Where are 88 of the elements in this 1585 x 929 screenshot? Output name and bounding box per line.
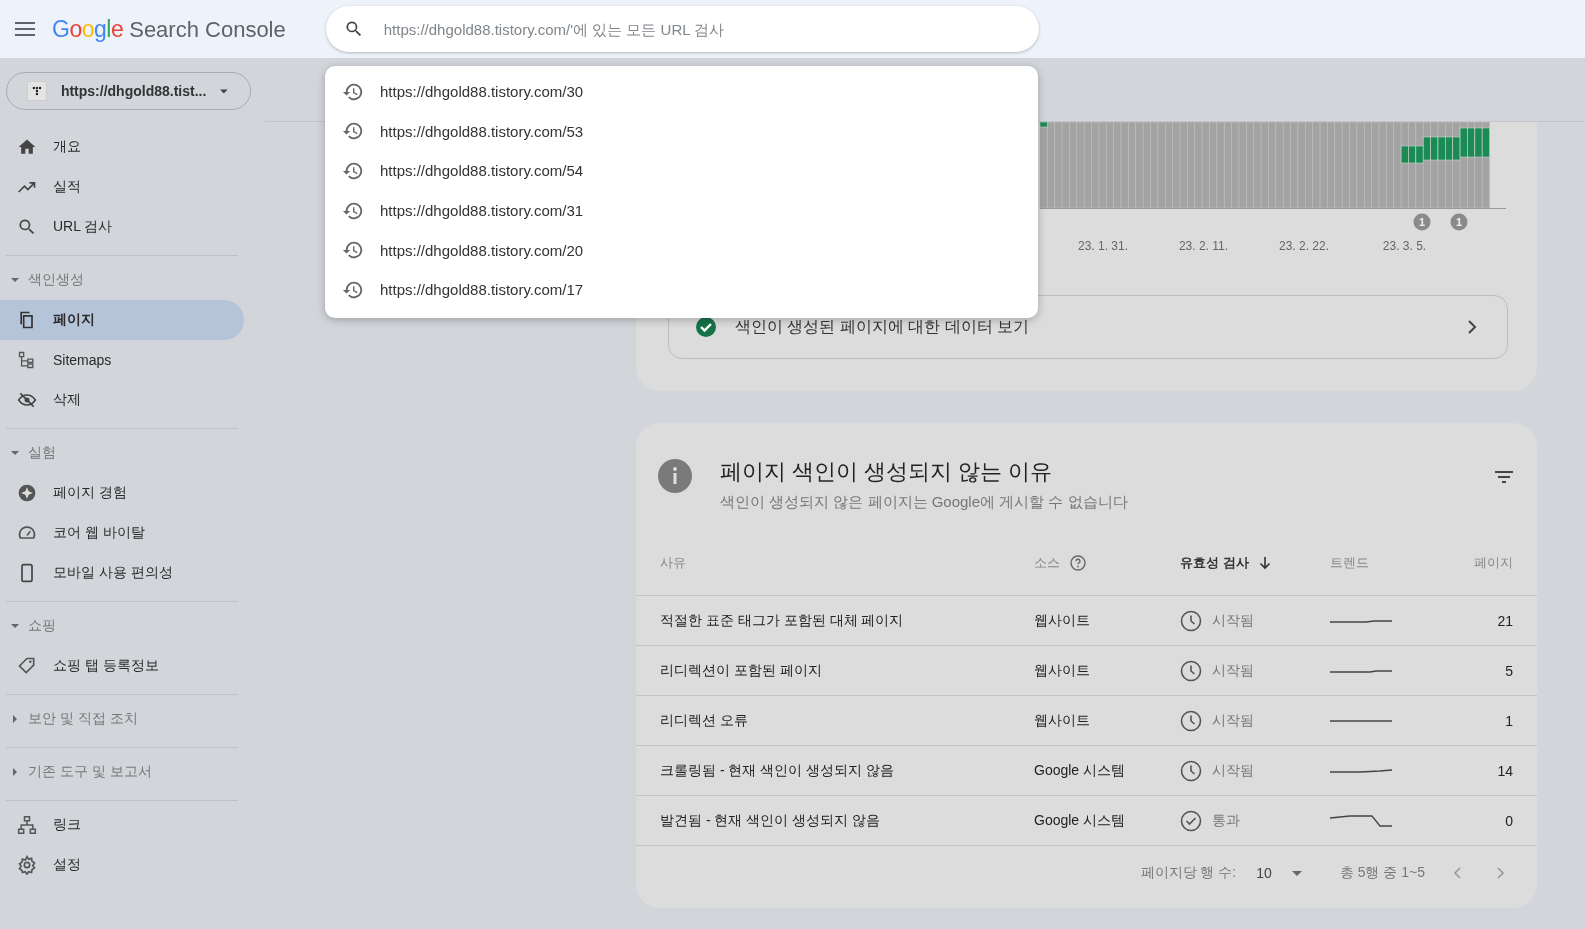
caret-down-icon	[10, 621, 20, 631]
sitemap-icon	[17, 350, 37, 370]
logo-product: Search Console	[129, 16, 286, 43]
caret-down-icon	[10, 275, 20, 285]
clock-icon	[1180, 659, 1202, 682]
nav-item[interactable]: 쇼핑 탭 등록정보	[0, 646, 244, 686]
help-icon[interactable]	[1070, 555, 1086, 571]
tag-icon	[17, 656, 37, 676]
validation-status: 시작됨	[1212, 761, 1254, 780]
table-row[interactable]: 발견됨 - 현재 색인이 생성되지 않음 Google 시스템 통과 0	[636, 796, 1537, 846]
validation-status: 시작됨	[1212, 711, 1254, 730]
axis-label: 23. 2. 11.	[1178, 239, 1229, 253]
history-item[interactable]: https://dhgold88.tistory.com/54	[325, 151, 1038, 191]
source-cell-text: Google 시스템	[1034, 761, 1127, 780]
card-subtitle: 색인이 생성되지 않은 페이지는 Google에 게시할 수 없습니다	[720, 493, 1129, 512]
pages-count: 0	[1504, 812, 1513, 829]
history-icon	[342, 160, 364, 182]
sort-arrow-icon	[1258, 556, 1271, 570]
source-cell-text: 웹사이트	[1034, 711, 1091, 730]
pages-count: 14	[1496, 762, 1513, 779]
validation-status: 시작됨	[1212, 611, 1254, 630]
pagination-range: 총 5행 중 1~5	[1339, 864, 1425, 882]
trend-sparkline	[1330, 814, 1392, 827]
table-row[interactable]: 크롤링됨 - 현재 색인이 생성되지 않음 Google 시스템 시작됨 14	[636, 746, 1537, 796]
check-circle-icon	[1180, 809, 1202, 832]
search-bar[interactable]: https://dhgold88.tistory.com/'에 있는 모든 URL 검사	[325, 6, 1039, 52]
rows-per-page-label: 페이지당 행 수:	[1140, 864, 1237, 882]
source-cell-text: Google 시스템	[1034, 811, 1127, 830]
clock-icon	[1180, 609, 1202, 632]
nav-item[interactable]: 개요	[0, 127, 244, 167]
nav-item[interactable]: 실적	[0, 167, 244, 207]
home-icon	[17, 137, 37, 157]
table-row[interactable]: 적절한 표준 태그가 포함된 대체 페이지 웹사이트 시작됨 21	[636, 596, 1537, 646]
caret-right-icon	[10, 767, 20, 777]
history-item[interactable]: https://dhgold88.tistory.com/31	[325, 190, 1038, 231]
nav-item[interactable]: 페이지	[0, 300, 244, 340]
trend-sparkline	[1330, 668, 1392, 673]
source-cell-text: 웹사이트	[1034, 611, 1091, 630]
experience-icon	[17, 483, 37, 503]
axis-label: 23. 1. 31.	[1078, 239, 1128, 253]
trend-sparkline	[1330, 719, 1392, 722]
pages-count: 1	[1504, 712, 1513, 729]
search-field[interactable]: https://dhgold88.tistory.com/'에 있는 모든 URL 검사	[381, 19, 1039, 39]
trend-sparkline	[1330, 618, 1392, 623]
table-row[interactable]: 리디렉션 오류 웹사이트 시작됨 1	[636, 696, 1537, 746]
caret-right-icon	[10, 714, 20, 724]
reason-cell-text: 리디렉션이 포함된 페이지	[660, 661, 823, 680]
link-icon	[17, 815, 37, 835]
history-item[interactable]: https://dhgold88.tistory.com/30	[325, 72, 1038, 112]
logo-brand: Google	[52, 15, 124, 43]
column-header[interactable]: 유효성 검사	[1180, 554, 1330, 572]
nav-item[interactable]: 코어 웹 바이탈	[0, 513, 244, 553]
history-item[interactable]: https://dhgold88.tistory.com/20	[325, 230, 1038, 270]
info-icon	[658, 459, 692, 493]
axis-label: 23. 3. 5.	[1382, 239, 1427, 253]
axis-label: 23. 2. 22.	[1279, 239, 1329, 253]
pages-count: 21	[1496, 612, 1513, 629]
nav-item[interactable]: 페이지 경험	[0, 473, 244, 513]
site-icon	[27, 78, 47, 104]
table-row[interactable]: 리디렉션이 포함된 페이지 웹사이트 시작됨 5	[636, 646, 1537, 696]
clock-icon	[1180, 759, 1202, 782]
reason-cell-text: 적절한 표준 태그가 포함된 대체 페이지	[660, 611, 905, 630]
source-cell-text: 웹사이트	[1034, 661, 1091, 680]
nav-item[interactable]: 링크	[0, 805, 244, 845]
hide-icon	[17, 390, 37, 410]
validation-status: 시작됨	[1212, 661, 1254, 680]
caret-down-icon	[10, 448, 20, 458]
menu-icon[interactable]	[15, 22, 35, 36]
nav-item[interactable]: Sitemaps	[0, 340, 244, 380]
history-item[interactable]: https://dhgold88.tistory.com/53	[325, 111, 1038, 152]
nav-item[interactable]: 설정	[0, 845, 244, 885]
card-title: 페이지 색인이 생성되지 않는 이유	[720, 458, 1054, 486]
gear-icon	[17, 855, 37, 875]
clock-icon	[1180, 709, 1202, 732]
rows-per-page-select[interactable]: 10	[1256, 865, 1302, 881]
nav-item[interactable]: 모바일 사용 편의성	[0, 553, 244, 593]
nav-item[interactable]: URL 검사	[0, 207, 244, 247]
validation-status: 통과	[1212, 811, 1240, 830]
reason-cell-text: 리디렉션 오류	[660, 711, 749, 730]
reason-cell-text: 발견됨 - 현재 색인이 생성되지 않음	[660, 811, 882, 830]
nav-item[interactable]: 삭제	[0, 380, 244, 420]
caret-icon	[1291, 870, 1302, 876]
pages-count: 5	[1504, 662, 1513, 679]
dropdown-caret-icon	[220, 88, 228, 94]
chevron-right-icon	[1467, 320, 1477, 334]
trend-sparkline	[1330, 768, 1392, 773]
search-icon	[17, 217, 37, 237]
reason-cell-text: 크롤링됨 - 현재 색인이 생성되지 않음	[660, 761, 896, 780]
